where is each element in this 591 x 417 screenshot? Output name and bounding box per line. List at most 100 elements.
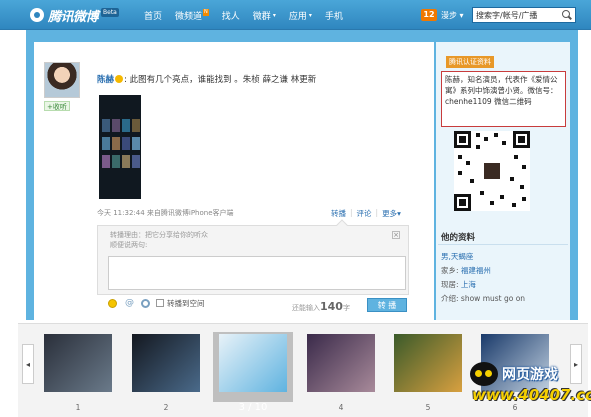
nav-home[interactable]: 首页 xyxy=(144,9,162,22)
user-menu[interactable]: 漫步 ▾ xyxy=(441,10,464,21)
chevron-down-icon: ▾ xyxy=(272,12,276,19)
post-header: 陈赫: 此图有几个亮点，谁能找到 。朱桢 薛之谦 林更新 xyxy=(97,73,316,85)
qr-module xyxy=(510,177,514,181)
qr-module xyxy=(476,145,480,149)
thumbnail-1[interactable]: 1 xyxy=(38,332,118,412)
repost-link[interactable]: 转播 xyxy=(331,208,346,219)
qr-avatar xyxy=(482,161,502,181)
divider xyxy=(438,244,568,245)
qr-module xyxy=(500,195,504,199)
thumbnail-3[interactable]: 3 / 10 xyxy=(213,332,293,416)
qr-module xyxy=(522,197,526,201)
comment-link[interactable]: 评论 xyxy=(357,208,372,219)
image-tile xyxy=(132,155,140,168)
image-tile xyxy=(122,137,130,150)
top-nav-bar: 腾讯微博 Beta 首页 微频道 N 找人 微群 ▾ 应用 ▾ 手机 12 漫步 ▾ xyxy=(0,0,591,30)
thumbnail-image xyxy=(394,334,462,392)
thumbnail-image xyxy=(219,334,287,392)
post-actions: 转播 | 评论 | 更多▾ xyxy=(331,208,401,219)
thumbnail-label: 2 xyxy=(163,403,169,412)
repost-submit-button[interactable]: 转 播 xyxy=(367,298,407,312)
nav-channel[interactable]: 微频道 N xyxy=(175,9,209,22)
repost-hint: 转播理由：把它分享给你的听众 顺便说两句: xyxy=(110,230,208,250)
mascot-logo xyxy=(470,362,498,386)
thumbnail-label: 1 xyxy=(75,403,81,412)
profile-info-title: 他的资料 xyxy=(441,233,476,243)
qr-module xyxy=(466,161,470,165)
close-icon[interactable]: × xyxy=(392,231,400,239)
eye-icon xyxy=(30,8,44,22)
image-tile xyxy=(122,155,130,168)
chevron-down-icon: ▾ xyxy=(397,209,401,218)
post-meta: 今天 11:32:44 来自腾讯微博iPhone客户端 xyxy=(97,209,234,217)
qr-module xyxy=(480,191,484,195)
image-tile xyxy=(112,155,120,168)
nav-apps[interactable]: 应用 ▾ xyxy=(289,9,312,22)
watermark-url: www.40407.com xyxy=(472,386,591,404)
author-name[interactable]: 陈赫 xyxy=(97,75,114,85)
qr-module xyxy=(484,137,488,141)
qr-module xyxy=(494,133,498,137)
image-tile xyxy=(102,119,110,132)
qr-module xyxy=(522,165,526,169)
post-image[interactable] xyxy=(99,95,141,199)
thumbnail-2[interactable]: 2 xyxy=(126,332,206,412)
share-to-qzone-label: 转播到空间 xyxy=(167,298,205,308)
new-badge: N xyxy=(203,9,209,16)
qr-module xyxy=(458,171,462,175)
qr-module xyxy=(514,155,518,159)
verified-info-tag[interactable]: 腾讯认证资料 xyxy=(446,56,494,68)
strip-prev-button[interactable]: ◂ xyxy=(22,344,34,384)
image-tile xyxy=(112,119,120,132)
watermark-title: 网页游戏 xyxy=(502,367,558,383)
brand-logo[interactable]: 腾讯微博 Beta xyxy=(30,7,119,25)
search-box xyxy=(472,7,576,23)
repost-box: 转播理由：把它分享给你的听众 顺便说两句: × xyxy=(97,219,409,295)
vip-icon xyxy=(115,75,124,83)
qr-finder xyxy=(454,131,471,148)
more-link[interactable]: 更多▾ xyxy=(382,208,401,219)
qr-code xyxy=(454,131,530,211)
qr-module xyxy=(520,185,524,189)
nav-mobile[interactable]: 手机 xyxy=(325,9,343,22)
qr-finder xyxy=(454,194,471,211)
repost-hint-line: 顺便说两句: xyxy=(110,241,148,249)
thumbnail-image xyxy=(132,334,200,392)
repost-textarea[interactable] xyxy=(108,256,406,290)
profile-hometown: 家乡: 福建福州 xyxy=(441,266,491,275)
image-tile xyxy=(132,119,140,132)
divider: | xyxy=(350,208,353,217)
qr-finder xyxy=(513,131,530,148)
thumbnail-4[interactable]: 4 xyxy=(301,332,381,412)
verified-profile-text: 陈赫，知名演员，代表作《爱情公寓》系列中饰演曾小贤。微信号：chenhe1109… xyxy=(441,71,566,127)
nav-find-people[interactable]: 找人 xyxy=(222,9,240,22)
qr-module xyxy=(476,133,480,137)
search-icon[interactable] xyxy=(559,8,573,22)
image-tile xyxy=(102,137,110,150)
site-watermark: 网页游戏 www.40407.com xyxy=(462,356,591,412)
composer-toolbar: @ 转播到空间 xyxy=(108,296,408,310)
message-count-badge[interactable]: 12 xyxy=(421,9,437,21)
qr-module xyxy=(458,155,462,159)
profile-intro: 介绍: show must go on xyxy=(441,294,526,303)
chevron-down-icon: ▾ xyxy=(308,12,312,19)
brand-name: 腾讯微博 xyxy=(48,9,99,25)
emoji-icon[interactable] xyxy=(108,298,117,308)
thumbnail-image xyxy=(307,334,375,392)
char-counter: 还能输入140字 xyxy=(292,300,350,313)
qr-module xyxy=(512,203,516,207)
qr-module xyxy=(490,201,494,205)
search-input[interactable] xyxy=(473,8,559,22)
topic-icon[interactable] xyxy=(141,298,150,308)
nav-groups[interactable]: 微群 ▾ xyxy=(253,9,276,22)
at-icon[interactable]: @ xyxy=(125,298,134,308)
repost-hint-line: 转播理由：把它分享给你的听众 xyxy=(110,231,208,239)
image-tile xyxy=(132,137,140,150)
qr-module xyxy=(470,179,474,183)
profile-gender: 男,天蝎座 xyxy=(441,252,474,261)
avatar[interactable] xyxy=(44,62,80,98)
image-tile xyxy=(122,119,130,132)
follow-button[interactable]: +收听 xyxy=(44,101,70,111)
thumbnail-5[interactable]: 5 xyxy=(388,332,468,412)
share-to-qzone-checkbox[interactable] xyxy=(156,299,164,307)
